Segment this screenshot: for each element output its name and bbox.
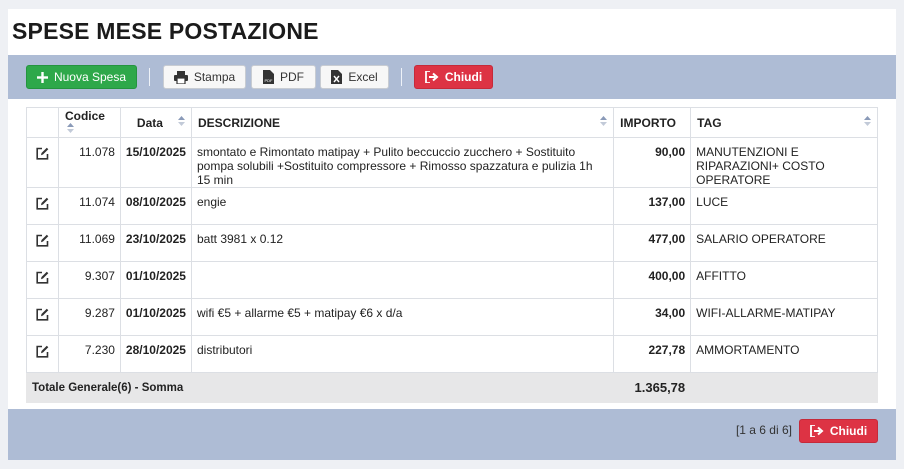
sign-out-icon (809, 425, 824, 437)
footer-close-button[interactable]: Chiudi (799, 419, 878, 443)
column-header-tag[interactable]: TAG (690, 107, 878, 138)
tag-cell: AMMORTAMENTO (690, 335, 878, 373)
edit-button[interactable] (26, 261, 59, 299)
total-row: Totale Generale(6) - Somma 1.365,78 (25, 372, 878, 403)
date-cell: 01/10/2025 (119, 261, 192, 299)
close-button[interactable]: Chiudi (414, 65, 493, 89)
printer-icon (173, 70, 188, 84)
table-row: 11.078 15/10/2025 smontato e Rimontato m… (26, 137, 878, 188)
edit-icon (36, 308, 49, 321)
table-row: 11.074 08/10/2025 engie 137,00 LUCE (26, 187, 878, 225)
pdf-button[interactable]: PDF PDF (251, 65, 316, 89)
footer-bar: [1 a 6 di 6] Chiudi (8, 409, 896, 460)
date-cell: 08/10/2025 (119, 187, 192, 225)
tag-cell: WIFI-ALLARME-MATIPAY (690, 298, 878, 336)
sort-icon (600, 116, 608, 126)
description-cell: wifi €5 + allarme €5 + matipay €6 x d/a (190, 298, 615, 336)
toolbar-divider (401, 68, 402, 86)
expenses-panel: SPESE MESE POSTAZIONE Nuova Spesa Stampa… (8, 9, 896, 460)
excel-button[interactable]: Excel (320, 65, 389, 89)
edit-button[interactable] (26, 335, 59, 373)
edit-icon (36, 197, 49, 210)
edit-button[interactable] (26, 137, 59, 188)
table-row: 9.307 01/10/2025 400,00 AFFITTO (26, 261, 878, 299)
date-cell: 01/10/2025 (119, 298, 192, 336)
amount-cell: 477,00 (613, 224, 692, 262)
sort-icon (177, 116, 185, 126)
column-header-code[interactable]: Codice (57, 107, 121, 138)
toolbar-divider (149, 68, 150, 86)
edit-column-header (26, 107, 59, 138)
pagination-info: [1 a 6 di 6] (735, 423, 792, 437)
page-title: SPESE MESE POSTAZIONE (12, 18, 319, 44)
excel-label: Excel (348, 70, 378, 84)
pdf-label: PDF (280, 70, 304, 84)
tag-cell: SALARIO OPERATORE (690, 224, 878, 262)
edit-button[interactable] (26, 224, 59, 262)
date-cell: 23/10/2025 (119, 224, 192, 262)
excel-file-icon (331, 70, 343, 84)
edit-icon (36, 271, 49, 284)
svg-text:PDF: PDF (265, 78, 274, 83)
print-label: Stampa (193, 70, 236, 84)
toolbar: Nuova Spesa Stampa PDF PDF Excel Chiudi (8, 55, 896, 99)
code-cell: 9.307 (57, 261, 121, 299)
amount-cell: 137,00 (613, 187, 692, 225)
table-header-row: Codice Data DESCRIZIONE IMPORTO TAG (26, 107, 878, 138)
description-cell: distributori (190, 335, 615, 373)
tag-cell: LUCE (690, 187, 878, 225)
description-cell (190, 261, 615, 299)
edit-button[interactable] (26, 187, 59, 225)
sort-icon (66, 122, 74, 133)
total-tag-cell (690, 372, 878, 403)
code-cell: 7.230 (57, 335, 121, 373)
amount-cell: 90,00 (613, 137, 692, 188)
sort-icon (864, 116, 871, 126)
code-cell: 11.074 (57, 187, 121, 225)
edit-icon (36, 234, 49, 247)
new-expense-label: Nuova Spesa (53, 70, 127, 84)
tag-cell: MANUTENZIONI E RIPARAZIONI+ COSTO OPERAT… (690, 137, 878, 188)
new-expense-button[interactable]: Nuova Spesa (26, 65, 137, 89)
code-cell: 11.078 (57, 137, 121, 188)
column-header-amount[interactable]: IMPORTO (613, 107, 692, 138)
edit-icon (36, 147, 49, 160)
date-cell: 15/10/2025 (119, 137, 192, 188)
edit-icon (36, 345, 49, 358)
total-value: 1.365,78 (613, 372, 692, 403)
table-row: 9.287 01/10/2025 wifi €5 + allarme €5 + … (26, 298, 878, 336)
description-cell: smontato e Rimontato matipay + Pulito be… (190, 137, 615, 188)
amount-cell: 227,78 (613, 335, 692, 373)
table-row: 11.069 23/10/2025 batt 3981 x 0.12 477,0… (26, 224, 878, 262)
edit-button[interactable] (26, 298, 59, 336)
plus-icon (36, 71, 48, 83)
print-button[interactable]: Stampa (163, 65, 246, 89)
sign-out-icon (424, 71, 439, 83)
tag-cell: AFFITTO (690, 261, 878, 299)
amount-cell: 400,00 (613, 261, 692, 299)
expenses-table: Codice Data DESCRIZIONE IMPORTO TAG 11.0… (25, 107, 878, 403)
footer-close-label: Chiudi (829, 424, 868, 438)
column-header-description[interactable]: DESCRIZIONE (190, 107, 615, 138)
code-cell: 9.287 (57, 298, 121, 336)
description-cell: engie (190, 187, 615, 225)
column-header-date[interactable]: Data (119, 107, 192, 138)
total-label: Totale Generale(6) - Somma (25, 372, 615, 403)
pdf-file-icon: PDF (263, 70, 274, 84)
amount-cell: 34,00 (613, 298, 692, 336)
code-cell: 11.069 (57, 224, 121, 262)
date-cell: 28/10/2025 (119, 335, 192, 373)
table-row: 7.230 28/10/2025 distributori 227,78 AMM… (26, 335, 878, 373)
description-cell: batt 3981 x 0.12 (190, 224, 615, 262)
close-label: Chiudi (444, 70, 483, 84)
